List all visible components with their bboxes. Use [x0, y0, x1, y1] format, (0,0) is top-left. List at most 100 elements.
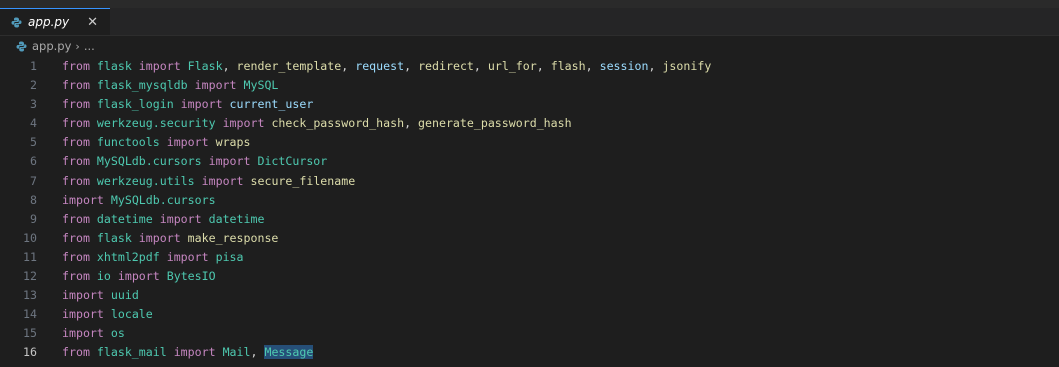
code-token: import [173, 345, 216, 360]
code-token: from [62, 116, 90, 131]
code-token: from [62, 154, 90, 169]
close-icon[interactable]: ✕ [87, 16, 98, 29]
code-text: from werkzeug.utils import secure_filena… [62, 172, 355, 191]
code-token: flask_login [96, 97, 174, 112]
code-token: redirect [418, 59, 474, 73]
code-line[interactable]: 15 import os [0, 324, 1059, 343]
code-line[interactable]: 7 from werkzeug.utils import secure_filen… [0, 172, 1059, 191]
code-text: import uuid [62, 286, 139, 305]
code-token: , [404, 59, 419, 73]
code-token: import [117, 269, 160, 284]
code-token: uuid [110, 288, 139, 303]
code-line[interactable]: 9 from datetime import datetime [0, 210, 1059, 229]
line-number: 15 [23, 326, 37, 341]
code-token: , [404, 116, 419, 131]
line-number: 10 [23, 230, 37, 245]
line-number: 6 [30, 154, 37, 169]
title-strip [0, 0, 1059, 8]
code-token: werkzeug.utils [96, 173, 195, 188]
line-number: 9 [30, 211, 37, 226]
code-token: import [194, 78, 237, 93]
line-number: 14 [23, 307, 37, 322]
code-token: locale [110, 307, 153, 322]
line-number: 12 [23, 269, 37, 284]
code-token: flask_mail [96, 345, 167, 360]
code-token: werkzeug.security [96, 116, 216, 131]
code-token: from [62, 230, 90, 245]
code-token: from [62, 78, 90, 93]
code-token: from [62, 345, 90, 360]
code-token: jsonify [662, 59, 712, 73]
line-number: 1 [30, 59, 37, 73]
breadcrumb-file[interactable]: app.py [32, 39, 71, 53]
code-token: flash [550, 59, 586, 73]
code-token: import [62, 307, 104, 322]
line-number: 7 [30, 173, 37, 188]
code-token: functools [96, 135, 160, 150]
code-text: from MySQLdb.cursors import DictCursor [62, 152, 327, 171]
code-token: render_template [236, 59, 342, 73]
code-token: check_password_hash [271, 116, 405, 131]
code-token: flask [96, 59, 132, 73]
code-editor[interactable]: 1 from flask import Flask, render_templat… [0, 56, 1059, 363]
code-token: , [250, 345, 265, 360]
code-text: from xhtml2pdf import pisa [62, 248, 244, 267]
code-token: import [180, 97, 223, 112]
code-token: from [62, 173, 90, 188]
code-text: from datetime import datetime [62, 210, 264, 229]
code-token: Mail [222, 345, 251, 360]
code-token: , [473, 59, 488, 73]
code-line[interactable]: 11 from xhtml2pdf import pisa [0, 248, 1059, 267]
code-line[interactable]: 13 import uuid [0, 286, 1059, 305]
code-line[interactable]: 12 from io import BytesIO [0, 267, 1059, 286]
code-token: , [536, 59, 551, 73]
code-line[interactable]: 14 import locale [0, 305, 1059, 324]
code-token: import [62, 192, 104, 207]
code-token: pisa [215, 249, 244, 264]
code-token: BytesIO [166, 269, 216, 284]
code-token: generate_password_hash [418, 116, 572, 131]
code-line[interactable]: 8 import MySQLdb.cursors [0, 191, 1059, 210]
code-token: os [110, 326, 125, 341]
code-line[interactable]: 4 from werkzeug.security import check_pas… [0, 114, 1059, 133]
code-line[interactable]: 3 from flask_login import current_user [0, 95, 1059, 114]
code-line[interactable]: 16 from flask_mail import Mail, Message [0, 343, 1059, 362]
code-line[interactable]: 2 from flask_mysqldb import MySQL [0, 76, 1059, 95]
line-number: 2 [30, 78, 37, 93]
code-line[interactable]: 6 from MySQLdb.cursors import DictCursor [0, 152, 1059, 171]
code-token: , [222, 59, 237, 73]
code-line[interactable]: 10 from flask import make_response [0, 229, 1059, 248]
code-token: xhtml2pdf [96, 249, 160, 264]
tab-app-py[interactable]: app.py ✕ [0, 8, 111, 35]
code-token: MySQLdb.cursors [110, 192, 216, 207]
code-token: from [62, 249, 90, 264]
python-file-icon [16, 40, 28, 52]
code-token: DictCursor [257, 154, 328, 169]
code-text: from functools import wraps [62, 133, 251, 152]
line-number: 16 [23, 345, 37, 360]
code-token: request [355, 59, 405, 73]
code-text: import locale [62, 305, 153, 324]
breadcrumb-symbols[interactable]: ... [84, 39, 95, 53]
code-token: from [62, 211, 90, 226]
code-line[interactable]: 1 from flask import Flask, render_templat… [0, 57, 1059, 76]
code-token: datetime [96, 211, 153, 226]
code-line[interactable]: 5 from functools import wraps [0, 133, 1059, 152]
